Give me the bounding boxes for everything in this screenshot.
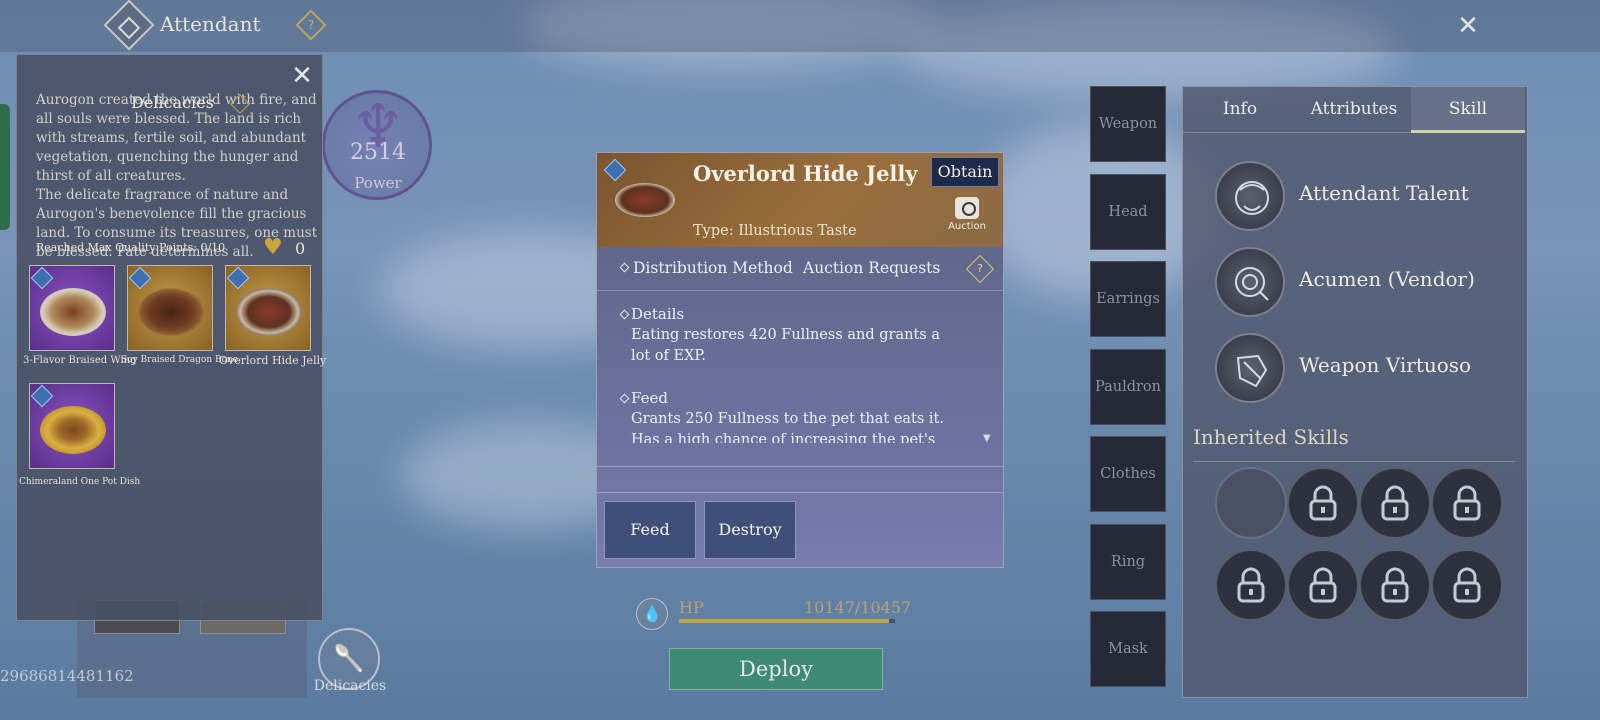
skill-name: Acumen (Vendor) <box>1299 267 1475 291</box>
details-text: Eating restores 420 Fullness and grants … <box>631 327 940 364</box>
inherited-skills-title: Inherited Skills <box>1193 425 1349 449</box>
equip-slot-pauldron[interactable]: Pauldron <box>1090 349 1166 425</box>
item-label: Chimeraland One Pot Dish <box>19 477 141 487</box>
skill-name: Attendant Talent <box>1299 181 1469 205</box>
locked-skill-slot[interactable] <box>1431 467 1503 539</box>
item-name: Overlord Hide Jelly <box>693 161 918 186</box>
distribution-row: Distribution Method Auction Requests ? <box>597 247 1003 291</box>
hp-bar <box>679 619 895 623</box>
inherited-skill-slot[interactable] <box>1215 467 1287 539</box>
power-value: 2514 <box>350 140 406 165</box>
item-type: Type: Illustrious Taste <box>693 223 857 239</box>
skill-name: Weapon Virtuoso <box>1299 353 1472 377</box>
equip-slot-ring[interactable]: Ring <box>1090 524 1166 600</box>
close-icon[interactable]: ✕ <box>1452 10 1484 42</box>
item-slot-dragon-bone[interactable] <box>127 265 213 351</box>
bullet-icon <box>619 393 630 404</box>
item-label: 3-Flavor Braised Wing <box>23 355 137 366</box>
page-title: Attendant <box>160 12 261 36</box>
feed-text: Grants 250 Fullness to the pet that eats… <box>631 411 944 443</box>
heart-icon: ♥ <box>263 235 283 260</box>
auction-icon <box>955 197 979 219</box>
auction-label: Auction <box>948 221 986 232</box>
auction-button[interactable]: Auction <box>943 197 991 237</box>
locked-skill-slot[interactable] <box>1359 549 1431 621</box>
acumen-icon[interactable] <box>1215 247 1285 317</box>
obtain-button[interactable]: Obtain <box>931 157 999 187</box>
scroll-down-icon[interactable]: ▼ <box>983 433 991 444</box>
tab-bar: Info Attributes Skill <box>1183 87 1527 133</box>
tab-info[interactable]: Info <box>1183 87 1297 133</box>
tab-attributes[interactable]: Attributes <box>1297 87 1411 133</box>
deploy-button[interactable]: Deploy <box>669 648 883 690</box>
equip-slot-earrings[interactable]: Earrings <box>1090 261 1166 337</box>
quality-icon <box>226 266 250 290</box>
equip-slot-mask[interactable]: Mask <box>1090 611 1166 687</box>
quality-icon <box>30 266 54 290</box>
power-label: Power <box>354 174 402 192</box>
destroy-button[interactable]: Destroy <box>704 501 796 559</box>
quality-icon <box>128 266 152 290</box>
item-slot-one-pot-dish[interactable] <box>29 383 115 469</box>
detail-header: Overlord Hide Jelly Type: Illustrious Ta… <box>597 153 1003 247</box>
hp-value: 10147/10457 <box>804 598 912 617</box>
help-icon[interactable]: ? <box>965 254 995 284</box>
talent-icon[interactable] <box>1215 161 1285 231</box>
details-title: Details <box>631 305 685 323</box>
hp-drop-icon: 💧 <box>636 598 668 630</box>
auction-requests-link[interactable]: Auction Requests <box>803 259 940 277</box>
quality-icon <box>30 384 54 408</box>
locked-skill-slot[interactable] <box>1287 467 1359 539</box>
weapon-virtuoso-icon[interactable] <box>1215 333 1285 403</box>
quality-icon <box>603 158 627 182</box>
item-slot-hide-jelly[interactable] <box>225 265 311 351</box>
side-tab[interactable] <box>0 104 10 230</box>
divider <box>1193 461 1515 462</box>
hp-label: HP <box>679 598 704 617</box>
locked-skill-slot[interactable] <box>1287 549 1359 621</box>
feed-button[interactable]: Feed <box>604 501 696 559</box>
item-image <box>615 183 675 217</box>
skill-panel: Info Attributes Skill Attendant Talent A… <box>1182 86 1528 698</box>
tab-skill[interactable]: Skill <box>1411 87 1525 133</box>
quality-points: Reached Max Quality Points: 0/10 <box>36 241 226 254</box>
item-detail-panel: Overlord Hide Jelly Type: Illustrious Ta… <box>596 152 1004 568</box>
locked-skill-slot[interactable] <box>1359 467 1431 539</box>
item-slot-braised-wing[interactable] <box>29 265 115 351</box>
delicacies-button-label[interactable]: Delicacies <box>310 678 390 694</box>
divider <box>597 492 1003 493</box>
equip-slot-weapon[interactable]: Weapon <box>1090 86 1166 162</box>
close-icon[interactable]: ✕ <box>287 61 317 91</box>
item-label: Soy Braised Dragon Bone <box>121 355 239 365</box>
item-label: Overlord Hide Jelly <box>219 354 327 367</box>
player-id: 2968681448116​2 <box>0 667 134 685</box>
bullet-icon <box>619 262 630 273</box>
power-emblem: ♆ 2514 Power <box>320 88 436 206</box>
divider <box>597 466 1003 467</box>
bullet-icon <box>619 309 630 320</box>
equip-slot-clothes[interactable]: Clothes <box>1090 436 1166 512</box>
equip-slot-head[interactable]: Head <box>1090 174 1166 250</box>
delicacies-panel: ✕ Aurogon created the world with fire, a… <box>16 54 327 621</box>
feed-title: Feed <box>631 389 668 407</box>
locked-skill-slot[interactable] <box>1431 549 1503 621</box>
heart-count: 0 <box>295 239 306 258</box>
locked-skill-slot[interactable] <box>1215 549 1287 621</box>
panel-title: Delicacies <box>131 93 214 112</box>
distribution-method-link[interactable]: Distribution Method <box>633 259 793 277</box>
hp-bar-fill <box>679 619 889 623</box>
description-scroll[interactable]: Details Eating restores 420 Fullness and… <box>597 293 1003 443</box>
